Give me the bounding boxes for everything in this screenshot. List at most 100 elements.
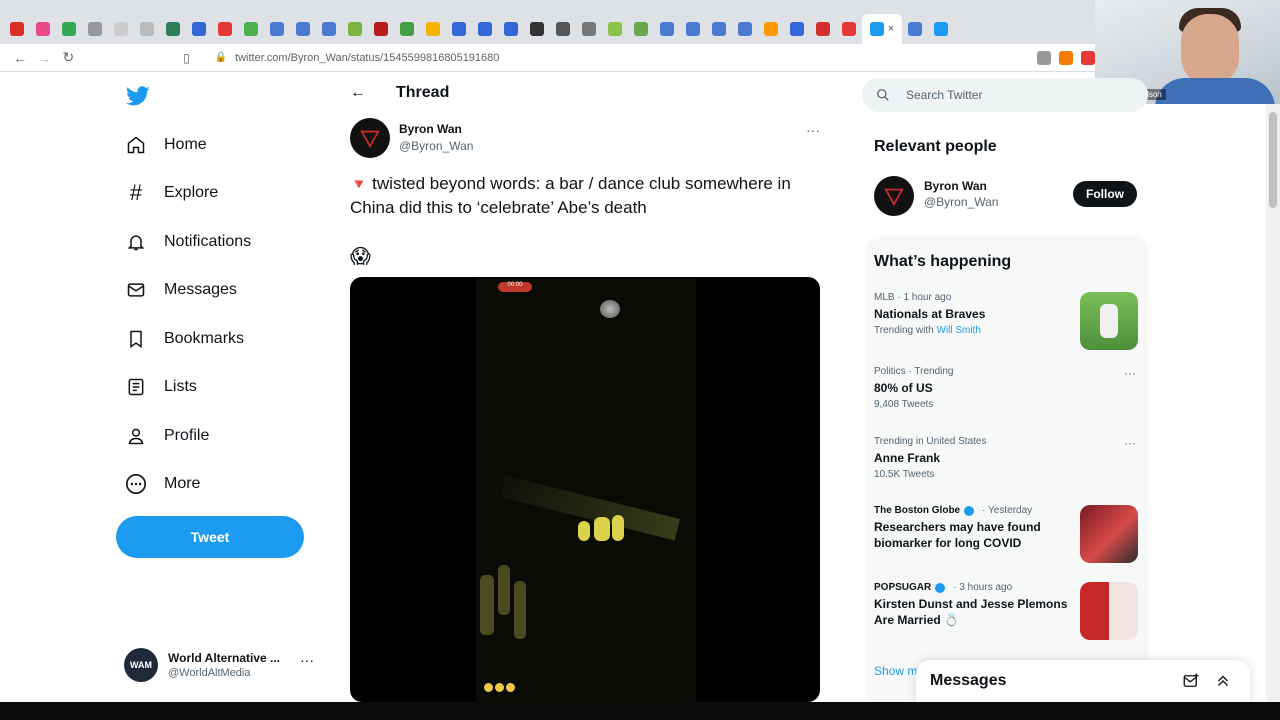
browser-tab[interactable] — [82, 14, 108, 44]
twitter-logo-icon[interactable] — [125, 84, 151, 108]
more-dots-icon[interactable]: ··· — [300, 652, 314, 668]
browser-tab[interactable] — [368, 14, 394, 44]
browser-tab[interactable] — [472, 14, 498, 44]
sidebar-item-home[interactable]: Home — [124, 130, 207, 160]
browser-tab[interactable] — [420, 14, 446, 44]
trend-item[interactable]: Trending in United States Anne Frank 10.… — [874, 436, 1144, 480]
browser-tab[interactable] — [784, 14, 810, 44]
trend-sub: 9,408 Tweets — [874, 399, 934, 410]
sidebar-item-profile[interactable]: Profile — [124, 421, 209, 451]
sidebar-item-bookmarks[interactable]: Bookmarks — [124, 324, 244, 354]
sidebar-item-explore[interactable]: # Explore — [124, 178, 218, 208]
browser-tab[interactable] — [238, 14, 264, 44]
browser-tab[interactable] — [602, 14, 628, 44]
new-message-icon[interactable] — [1182, 672, 1200, 690]
trend-item[interactable]: MLB · 1 hour ago Nationals at Braves Tre… — [874, 292, 1144, 350]
browser-tab[interactable]: × — [862, 14, 902, 44]
browser-tab[interactable] — [212, 14, 238, 44]
sidebar-item-messages[interactable]: Messages — [124, 275, 237, 305]
browser-tab[interactable] — [108, 14, 134, 44]
browser-tab[interactable] — [264, 14, 290, 44]
extension-icon[interactable] — [1059, 50, 1074, 65]
trend-more-dots-icon[interactable]: ··· — [1124, 436, 1136, 450]
browser-tab[interactable] — [680, 14, 706, 44]
messages-drawer-title: Messages — [930, 672, 1007, 689]
page-scrollbar[interactable] — [1266, 104, 1280, 702]
extension-icon[interactable] — [1081, 50, 1096, 65]
back-arrow-icon[interactable]: ← — [350, 84, 366, 102]
tab-favicon-icon — [869, 22, 884, 36]
browser-tab[interactable] — [928, 14, 954, 44]
messages-drawer[interactable]: Messages — [916, 660, 1250, 704]
account-switcher[interactable]: WAM World Alternative ... @WorldAltMedia… — [124, 648, 324, 682]
relevant-person-avatar[interactable] — [874, 176, 914, 216]
trend-item[interactable]: Politics · Trending 80% of US 9,408 Twee… — [874, 366, 1144, 410]
sidebar-item-lists[interactable]: Lists — [124, 372, 197, 402]
browser-tab[interactable] — [134, 14, 160, 44]
trend-more-dots-icon[interactable]: ··· — [1124, 366, 1136, 380]
browser-tab[interactable] — [160, 14, 186, 44]
extension-icon[interactable] — [1037, 50, 1052, 65]
video-crowd — [476, 565, 536, 645]
tweet-button[interactable]: Tweet — [116, 516, 304, 558]
author-avatar[interactable] — [350, 118, 390, 158]
browser-tab[interactable] — [4, 14, 30, 44]
tab-favicon-icon — [10, 22, 24, 36]
browser-tab[interactable] — [550, 14, 576, 44]
sidebar-item-label: Messages — [164, 281, 237, 298]
browser-tab[interactable] — [732, 14, 758, 44]
tab-favicon-icon — [478, 22, 492, 36]
avatar: WAM — [124, 648, 158, 682]
search-input[interactable]: Search Twitter — [862, 78, 1148, 112]
sidebar-item-label: More — [164, 475, 201, 492]
search-icon — [877, 89, 889, 101]
browser-tab[interactable] — [290, 14, 316, 44]
chevron-up-icon[interactable] — [1214, 672, 1232, 690]
lock-icon: 🔒 — [214, 52, 228, 63]
address-bar[interactable]: 🔒 twitter.com/Byron_Wan/status/154559981… — [208, 45, 878, 70]
browser-tab[interactable] — [628, 14, 654, 44]
browser-tab[interactable] — [810, 14, 836, 44]
trend-sub-link[interactable]: Will Smith — [936, 325, 980, 336]
browser-tab[interactable] — [394, 14, 420, 44]
browser-tab[interactable] — [836, 14, 862, 44]
news-item[interactable]: POPSUGAR · 3 hours ago Kirsten Dunst and … — [874, 582, 1144, 640]
tab-close-icon[interactable]: × — [888, 23, 894, 35]
browser-tab[interactable] — [498, 14, 524, 44]
browser-tab[interactable] — [56, 14, 82, 44]
tab-favicon-icon — [140, 22, 154, 36]
scrollbar-thumb[interactable] — [1269, 112, 1277, 208]
back-nav-icon[interactable]: ← — [8, 50, 32, 66]
browser-tab[interactable] — [446, 14, 472, 44]
browser-tab[interactable] — [902, 14, 928, 44]
forward-nav-icon[interactable]: → — [32, 50, 56, 66]
triangle-logo-icon — [360, 130, 380, 149]
relevant-person-name[interactable]: Byron Wan — [924, 179, 987, 193]
sidebar-item-notifications[interactable]: Notifications — [124, 227, 251, 257]
tab-favicon-icon — [908, 22, 922, 36]
tweet-video[interactable]: 00:00 — [350, 277, 820, 702]
author-handle[interactable]: @Byron_Wan — [399, 139, 473, 153]
browser-tab[interactable] — [758, 14, 784, 44]
news-source-name: POPSUGAR — [874, 582, 932, 593]
browser-tab[interactable] — [576, 14, 602, 44]
tab-favicon-icon — [374, 22, 388, 36]
tab-favicon-icon — [244, 22, 258, 36]
browser-tab[interactable] — [316, 14, 342, 44]
bookmark-star-icon[interactable]: ▯ — [174, 51, 198, 65]
news-item[interactable]: The Boston Globe · Yesterday Researchers … — [874, 505, 1144, 563]
browser-tab[interactable] — [186, 14, 212, 44]
browser-tab[interactable] — [30, 14, 56, 44]
video-dancers — [578, 515, 634, 545]
sidebar-item-label: Profile — [164, 427, 210, 444]
reload-icon[interactable]: ↻ — [56, 49, 80, 66]
follow-button[interactable]: Follow — [1073, 181, 1137, 207]
browser-tab[interactable] — [706, 14, 732, 44]
tweet-more-dots-icon[interactable]: ··· — [806, 122, 820, 138]
browser-tab[interactable] — [524, 14, 550, 44]
news-title: Researchers may have found biomarker for… — [874, 520, 1041, 550]
author-name[interactable]: Byron Wan — [399, 122, 462, 136]
browser-tab[interactable] — [342, 14, 368, 44]
sidebar-item-more[interactable]: More — [124, 469, 200, 499]
browser-tab[interactable] — [654, 14, 680, 44]
